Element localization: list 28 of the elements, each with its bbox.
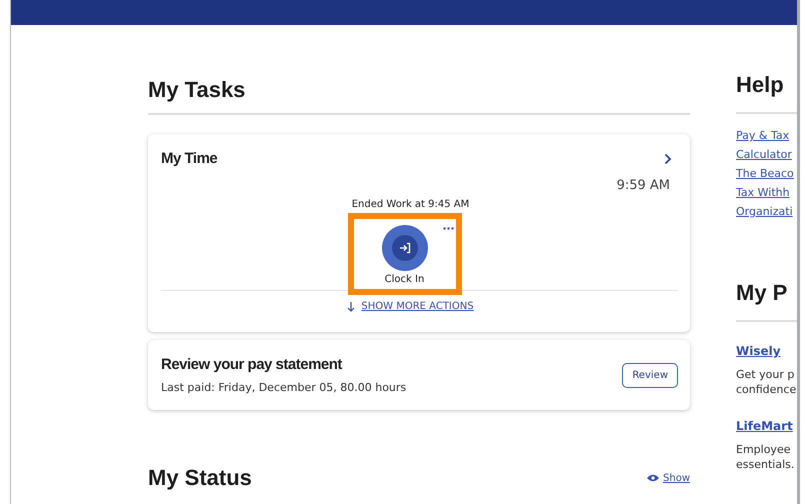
help-link[interactable]: Pay & Tax <box>736 129 797 142</box>
perk-description: Get your p confidence <box>736 367 797 397</box>
card-title: My Time <box>161 150 218 167</box>
section-title: My Status <box>148 465 252 491</box>
last-paid-text: Last paid: Friday, December 05, 80.00 hours <box>161 381 406 394</box>
help-link[interactable]: Tax Withh <box>736 186 797 199</box>
show-more-link[interactable]: SHOW MORE ACTIONS <box>361 301 474 312</box>
arrow-down-icon <box>347 302 356 312</box>
help-link[interactable]: Organizati <box>736 205 797 218</box>
current-time: 9:59 AM <box>616 178 670 193</box>
card-title: Review your pay statement <box>161 356 344 373</box>
show-link[interactable]: Show <box>663 472 690 484</box>
help-link[interactable]: Calculator <box>736 148 797 161</box>
sign-in-icon <box>398 242 410 254</box>
clock-in-button[interactable] <box>382 225 428 271</box>
perk-link[interactable]: Wisely <box>736 344 797 358</box>
eye-icon <box>647 474 660 482</box>
status-text: Ended Work at 9:45 AM <box>352 199 470 210</box>
more-icon[interactable] <box>442 227 454 230</box>
perk-link[interactable]: LifeMart <box>736 419 797 433</box>
section-title: Help <box>736 72 785 98</box>
chevron-right-icon[interactable] <box>664 152 672 164</box>
button-label: Clock In <box>384 274 424 285</box>
review-button[interactable]: Review <box>622 362 678 388</box>
help-link[interactable]: The Beaco <box>736 167 797 180</box>
perk-description: Employee essentials. <box>736 442 796 472</box>
section-title: My P <box>736 280 788 306</box>
section-title: My Tasks <box>148 77 246 103</box>
